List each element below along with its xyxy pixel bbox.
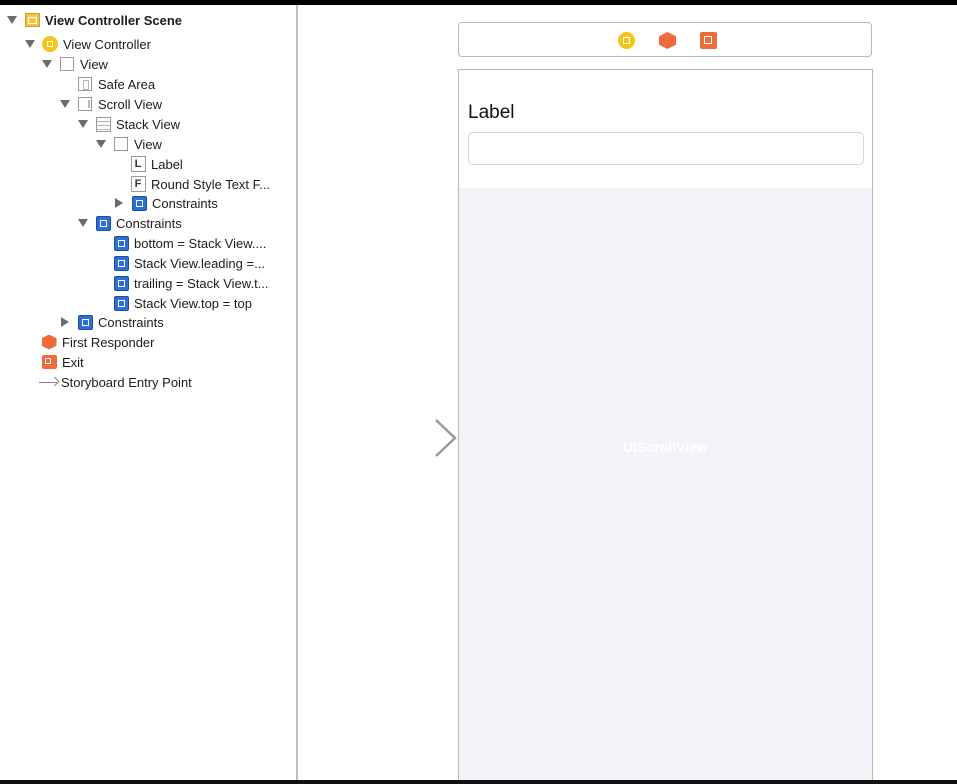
- view-controller-view[interactable]: Label UIScrollView: [458, 69, 873, 784]
- disclosure-collapsed-icon[interactable]: [113, 193, 125, 213]
- disclosure-expanded-icon[interactable]: [77, 213, 89, 233]
- exit-icon: [41, 354, 57, 370]
- constraint-icon: [113, 295, 129, 311]
- outline-item-label: Stack View.top = top: [134, 295, 252, 311]
- outline-item-safe-area[interactable]: Safe Area: [77, 74, 155, 94]
- stack-view[interactable]: Label: [459, 70, 872, 188]
- entry-point-icon: [39, 374, 59, 390]
- outline-item-label: Constraints: [98, 314, 164, 330]
- outline-item-inner-view[interactable]: View: [95, 134, 162, 154]
- outline-item-label: View: [80, 56, 108, 72]
- outline-item-scroll-view[interactable]: Scroll View: [59, 94, 162, 114]
- constraint-icon: [113, 275, 129, 291]
- round-style-text-field[interactable]: [468, 132, 864, 165]
- outline-item-constraints-inner-view[interactable]: Constraints: [113, 193, 218, 213]
- outline-item-label: Round Style Text F...: [151, 176, 270, 192]
- label-icon: L: [130, 156, 146, 172]
- storyboard-entry-arrow[interactable]: [348, 418, 458, 458]
- outline-item-view-controller-scene[interactable]: View Controller Scene: [6, 10, 182, 30]
- disclosure-expanded-icon[interactable]: [95, 134, 107, 154]
- document-outline: View Controller Scene View Controller Vi…: [0, 5, 296, 780]
- view-controller-icon[interactable]: [618, 32, 635, 49]
- outline-item-label: Safe Area: [98, 76, 156, 92]
- outline-item-label: Storyboard Entry Point: [61, 374, 192, 390]
- outline-item-label: Exit: [62, 354, 84, 370]
- outline-item-label[interactable]: L Label: [130, 154, 183, 174]
- constraints-icon: [131, 195, 147, 211]
- outline-item-view-controller[interactable]: View Controller: [24, 34, 151, 54]
- outline-item-label: Stack View.leading =...: [134, 255, 265, 271]
- scroll-view-icon: [77, 96, 93, 112]
- outline-item-label: View: [134, 136, 162, 152]
- outline-item-constraint-bottom[interactable]: bottom = Stack View....: [113, 233, 266, 253]
- safe-area-icon: [77, 76, 93, 92]
- constraint-icon: [113, 255, 129, 271]
- scroll-view-placeholder-label: UIScrollView: [623, 439, 708, 455]
- outline-item-label: bottom = Stack View....: [134, 235, 267, 251]
- first-responder-icon: [41, 334, 57, 350]
- first-responder-icon[interactable]: [659, 32, 676, 49]
- scene-icon: [24, 12, 40, 28]
- outline-item-label: View Controller Scene: [45, 12, 183, 28]
- disclosure-expanded-icon[interactable]: [24, 34, 36, 54]
- outline-item-constraint-leading[interactable]: Stack View.leading =...: [113, 253, 265, 273]
- outline-item-label-text: Label: [151, 156, 183, 172]
- disclosure-expanded-icon[interactable]: [41, 54, 53, 74]
- text-field-icon: F: [130, 176, 146, 192]
- outline-item-label: trailing = Stack View.t...: [134, 275, 269, 291]
- outline-item-constraint-top[interactable]: Stack View.top = top: [113, 293, 252, 313]
- stack-view-icon: [95, 116, 111, 132]
- view-icon: [59, 56, 75, 72]
- scene-dock: [458, 22, 872, 57]
- disclosure-expanded-icon[interactable]: [59, 94, 71, 114]
- outline-item-label: Stack View: [116, 116, 181, 132]
- disclosure-expanded-icon[interactable]: [77, 114, 89, 134]
- outline-item-label: First Responder: [62, 334, 155, 350]
- outline-item-storyboard-entry-point[interactable]: Storyboard Entry Point: [39, 372, 192, 392]
- outline-item-label: View Controller: [63, 36, 151, 52]
- exit-icon[interactable]: [700, 32, 717, 49]
- outline-item-constraint-trailing[interactable]: trailing = Stack View.t...: [113, 273, 269, 293]
- view-controller-icon: [42, 36, 58, 52]
- outline-item-stack-view[interactable]: Stack View: [77, 114, 180, 134]
- outline-item-view[interactable]: View: [41, 54, 108, 74]
- constraints-icon: [77, 314, 93, 330]
- disclosure-expanded-icon[interactable]: [6, 10, 18, 30]
- outline-item-constraints-scroll-view[interactable]: Constraints: [77, 213, 182, 233]
- disclosure-collapsed-icon[interactable]: [59, 312, 71, 332]
- outline-item-constraints-view[interactable]: Constraints: [59, 312, 164, 332]
- outline-item-exit[interactable]: Exit: [41, 352, 84, 372]
- outline-item-text-field[interactable]: F Round Style Text F...: [130, 174, 270, 194]
- view-icon: [113, 136, 129, 152]
- label[interactable]: Label: [468, 102, 515, 124]
- window-bottom-border: [0, 780, 957, 784]
- constraint-icon: [113, 235, 129, 251]
- outline-item-first-responder[interactable]: First Responder: [41, 332, 154, 352]
- outline-item-label: Constraints: [116, 215, 182, 231]
- outline-item-label: Scroll View: [98, 96, 163, 112]
- outline-item-label: Constraints: [152, 195, 218, 211]
- constraints-icon: [95, 215, 111, 231]
